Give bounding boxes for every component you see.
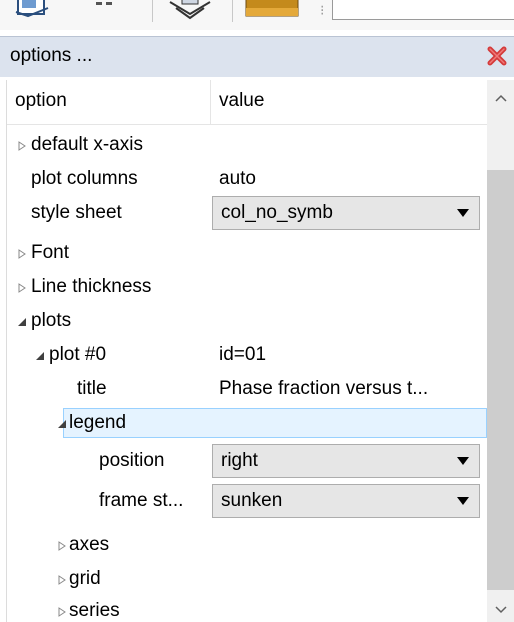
row-label: default x-axis	[31, 134, 143, 155]
tree-row-series[interactable]: series	[7, 594, 487, 622]
dropdown-value: col_no_symb	[221, 202, 333, 223]
triangle-collapsed-icon[interactable]	[17, 141, 27, 151]
row-label: series	[69, 600, 120, 621]
triangle-collapsed-icon[interactable]	[57, 575, 67, 585]
tree-row-position[interactable]: position right	[7, 444, 487, 478]
toolbar-separator	[232, 0, 233, 22]
dropdown-arrow-icon[interactable]	[457, 209, 469, 217]
row-label: Font	[31, 242, 70, 263]
options-window: ⁝ options ... option value default x-axi…	[0, 0, 514, 622]
triangle-collapsed-icon[interactable]	[17, 249, 27, 259]
triangle-expanded-icon[interactable]	[17, 317, 27, 327]
frame-style-dropdown[interactable]: sunken	[212, 484, 480, 518]
style-sheet-dropdown[interactable]: col_no_symb	[212, 196, 480, 230]
tree-row-plots[interactable]: plots	[7, 304, 487, 338]
toolbar-grip[interactable]: ⁝	[320, 3, 324, 17]
toolbar: ⁝	[0, 0, 514, 30]
chevron-down-icon[interactable]	[495, 606, 507, 614]
triangle-expanded-icon[interactable]	[57, 419, 67, 429]
header-value[interactable]: value	[219, 90, 264, 112]
tree-row-title[interactable]: title Phase fraction versus t...	[7, 372, 487, 406]
tree-row-frame-style[interactable]: frame st... sunken	[7, 484, 487, 518]
tree-header: option value	[7, 80, 487, 125]
tree-row-plot-columns[interactable]: plot columns auto	[7, 162, 487, 196]
vertical-scrollbar[interactable]	[487, 80, 514, 622]
row-label: plot columns	[31, 168, 138, 189]
row-label: axes	[69, 534, 110, 555]
row-value[interactable]: Phase fraction versus t...	[219, 378, 428, 400]
scroll-thumb[interactable]	[487, 170, 514, 590]
row-label: title	[77, 378, 107, 399]
row-value[interactable]: auto	[219, 168, 256, 190]
dropdown-value: sunken	[221, 490, 283, 511]
tree-row-font[interactable]: Font	[7, 236, 487, 270]
toolbar-folder-icon[interactable]	[244, 0, 300, 20]
column-divider[interactable]	[210, 80, 211, 124]
tree-row-default-x-axis[interactable]: default x-axis	[7, 128, 487, 162]
tree-row-grid[interactable]: grid	[7, 562, 487, 596]
tree-row-plot-0[interactable]: plot #0 id=01	[7, 338, 487, 372]
header-option[interactable]: option	[15, 90, 67, 112]
row-label: legend	[69, 412, 127, 433]
row-label: plot #0	[49, 344, 107, 365]
tree-row-legend[interactable]: legend	[7, 406, 487, 440]
dropdown-arrow-icon[interactable]	[457, 457, 469, 465]
chevron-up-icon[interactable]	[495, 94, 507, 102]
dropdown-value: right	[221, 450, 258, 471]
row-label: Line thickness	[31, 276, 152, 297]
toolbar-printer-icon[interactable]	[166, 0, 214, 22]
row-label: grid	[69, 568, 101, 589]
selection-highlight	[63, 408, 487, 438]
tree-row-style-sheet[interactable]: style sheet col_no_symb	[7, 196, 487, 230]
triangle-collapsed-icon[interactable]	[57, 541, 67, 551]
tree-row-axes[interactable]: axes	[7, 528, 487, 562]
triangle-collapsed-icon[interactable]	[57, 607, 67, 617]
toolbar-dots-icon[interactable]	[84, 0, 120, 20]
position-dropdown[interactable]: right	[212, 444, 480, 478]
toolbar-separator	[152, 0, 153, 22]
tree-row-line-thickness[interactable]: Line thickness	[7, 270, 487, 304]
row-label: plots	[31, 310, 72, 331]
triangle-expanded-icon[interactable]	[35, 351, 45, 361]
row-label: style sheet	[31, 202, 122, 223]
triangle-collapsed-icon[interactable]	[17, 283, 27, 293]
toolbar-page-icon[interactable]	[14, 0, 54, 20]
dropdown-arrow-icon[interactable]	[457, 497, 469, 505]
row-value[interactable]: id=01	[219, 344, 266, 366]
panel-title: options ...	[10, 45, 93, 66]
row-label: position	[99, 450, 165, 471]
toolbar-combobox[interactable]	[332, 0, 514, 20]
row-label: frame st...	[99, 490, 184, 511]
options-tree[interactable]: option value default x-axis plot columns…	[6, 80, 514, 622]
close-x-icon[interactable]	[486, 45, 508, 67]
panel-title-bar: options ...	[0, 36, 514, 77]
